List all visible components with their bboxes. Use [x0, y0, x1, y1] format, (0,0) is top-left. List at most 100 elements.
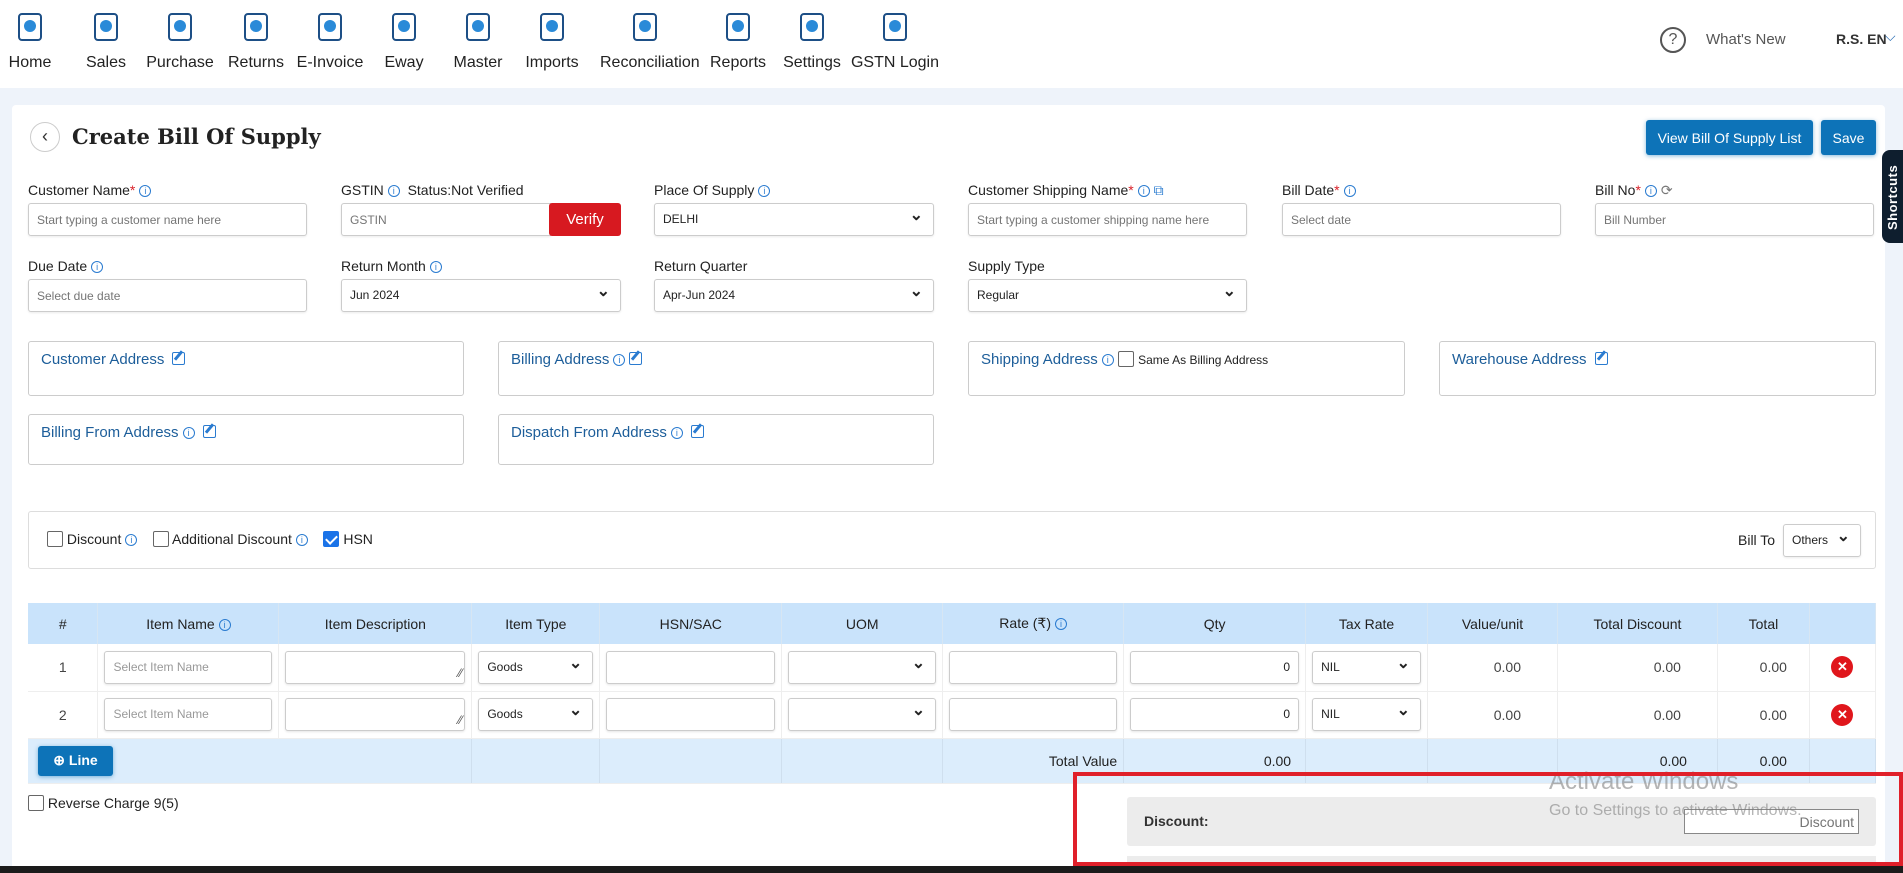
same-as-billing-checkbox[interactable]	[1117, 351, 1134, 367]
row-total: 0.00	[1717, 691, 1810, 739]
import-icon	[540, 13, 564, 41]
hsn-sac-input[interactable]	[606, 650, 776, 684]
additional-discount-checkbox[interactable]	[152, 531, 169, 547]
refresh-icon[interactable]: ⟳	[1661, 182, 1673, 198]
rate-input[interactable]	[949, 650, 1118, 684]
whats-new-link[interactable]: What's New	[1706, 31, 1786, 48]
uom-select[interactable]	[788, 648, 937, 684]
item-description-input[interactable]: ⁄⁄	[285, 698, 466, 731]
hsn-checkbox[interactable]	[323, 531, 340, 547]
edit-icon[interactable]	[629, 352, 643, 365]
shortcuts-label: Shortcuts	[1885, 164, 1900, 230]
discount-checkbox[interactable]	[47, 531, 63, 547]
edit-icon[interactable]	[202, 425, 216, 438]
column-header: Item Name i	[97, 603, 280, 644]
total-discount: 0.00	[1557, 691, 1718, 739]
nav-label: GSTN Login	[850, 54, 940, 71]
info-icon: i	[91, 261, 104, 273]
info-icon: i	[387, 185, 400, 197]
place-of-supply-label: Place Of Supply i	[654, 182, 771, 198]
customer-address-box[interactable]: Customer Address	[28, 341, 464, 396]
shopping-bag-icon	[168, 13, 192, 41]
edit-icon[interactable]	[1594, 352, 1608, 365]
bill-no-input[interactable]	[1595, 203, 1874, 236]
nav-imports[interactable]: Imports	[507, 6, 597, 72]
dispatch-from-address-box[interactable]: Dispatch From Address i	[498, 414, 934, 465]
tax-rate-select[interactable]: NIL	[1312, 695, 1422, 731]
reverse-charge-label: Reverse Charge 9(5)	[47, 795, 179, 811]
home-icon	[18, 13, 42, 41]
nav-reconciliation[interactable]: Reconciliation	[600, 6, 700, 72]
shipping-address-box: Shipping Address i Same As Billing Addres…	[968, 341, 1405, 396]
billing-address-box[interactable]: Billing Address i	[498, 341, 934, 396]
uom-select[interactable]	[788, 695, 937, 731]
column-header: Total	[1717, 603, 1810, 644]
bill-date-input[interactable]	[1282, 203, 1561, 236]
warehouse-address-box[interactable]: Warehouse Address	[1439, 341, 1876, 396]
delete-row-icon[interactable]: ✕	[1831, 703, 1854, 726]
edit-icon[interactable]	[172, 352, 186, 365]
user-menu[interactable]: R.S. EN	[1836, 31, 1887, 47]
value-unit: 0.00	[1427, 644, 1558, 692]
gst-icon	[883, 13, 907, 41]
nav-gstn-login[interactable]: GSTN Login	[850, 6, 940, 72]
add-line-button[interactable]: ⊕ Line	[38, 745, 113, 776]
tax-rate-select[interactable]: NIL	[1312, 648, 1422, 684]
billing-from-address-box[interactable]: Billing From Address i	[28, 414, 464, 465]
item-description-input[interactable]: ⁄⁄	[285, 650, 466, 684]
back-button[interactable]: ‹	[30, 122, 60, 152]
info-icon: i	[670, 427, 683, 439]
gstin-label: GSTIN i Status:Not Verified	[341, 182, 524, 198]
place-of-supply-select[interactable]: DELHI	[654, 200, 934, 236]
info-icon: i	[429, 261, 442, 273]
truck-icon	[392, 13, 416, 41]
column-header: Item Type	[471, 603, 601, 644]
due-date-input[interactable]	[28, 279, 307, 312]
item-type-select[interactable]: Goods	[478, 695, 594, 731]
return-month-select[interactable]: Jun 2024	[341, 276, 621, 312]
save-button[interactable]: Save	[1821, 120, 1876, 155]
column-header: UOM	[781, 603, 944, 644]
hsn-label: HSN	[343, 531, 373, 547]
taskbar	[0, 866, 1903, 873]
gstin-status: Status:Not Verified	[407, 182, 524, 198]
qty-input[interactable]: 0	[1130, 698, 1300, 731]
reverse-charge-checkbox[interactable]	[28, 795, 44, 811]
value-unit: 0.00	[1427, 691, 1558, 739]
help-icon[interactable]: ?	[1660, 27, 1686, 53]
bill-to-select[interactable]: Others	[1783, 521, 1861, 557]
rate-input[interactable]	[949, 698, 1118, 731]
options-panel: Discount i Additional Discount i HSN Bill …	[28, 511, 1876, 569]
hsn-sac-input[interactable]	[606, 698, 776, 731]
items-table: # Item Name i Item Description Item Type HSN/…	[28, 603, 1877, 784]
supply-type-select[interactable]: Regular	[968, 276, 1247, 312]
column-header: #	[28, 603, 99, 644]
highlight-box	[1073, 772, 1903, 866]
verify-button[interactable]: Verify	[549, 203, 621, 236]
discount-option-label: Discount	[66, 531, 122, 547]
returns-icon	[244, 13, 268, 41]
delete-row-icon[interactable]: ✕	[1831, 656, 1854, 679]
chevron-down-icon[interactable]: ⌵	[1885, 28, 1896, 45]
return-month-label: Return Month i	[341, 258, 442, 274]
view-bill-list-button[interactable]: View Bill Of Supply List	[1646, 120, 1813, 155]
bill-date-label: Bill Date* i	[1282, 182, 1356, 198]
return-quarter-label: Return Quarter	[654, 258, 748, 274]
customer-shipping-name-input[interactable]	[968, 203, 1247, 236]
same-as-billing-label: Same As Billing Address	[1138, 353, 1269, 367]
nav-settings[interactable]: Settings	[767, 6, 857, 72]
edit-icon[interactable]	[690, 425, 704, 438]
column-header: Value/unit	[1427, 603, 1558, 644]
qty-input[interactable]: 0	[1130, 650, 1300, 684]
customer-name-input[interactable]	[28, 203, 307, 236]
gstin-input[interactable]	[341, 203, 551, 236]
shortcuts-tab[interactable]: Shortcuts	[1882, 150, 1903, 243]
column-header: Qty	[1123, 603, 1307, 644]
return-quarter-select[interactable]: Apr-Jun 2024	[654, 276, 934, 312]
total-discount: 0.00	[1557, 644, 1718, 692]
supply-type-label: Supply Type	[968, 258, 1045, 274]
item-type-select[interactable]: Goods	[478, 648, 594, 684]
column-header: HSN/SAC	[599, 603, 783, 644]
item-name-input[interactable]: Select Item Name	[104, 698, 273, 731]
item-name-input[interactable]: Select Item Name	[104, 650, 273, 684]
